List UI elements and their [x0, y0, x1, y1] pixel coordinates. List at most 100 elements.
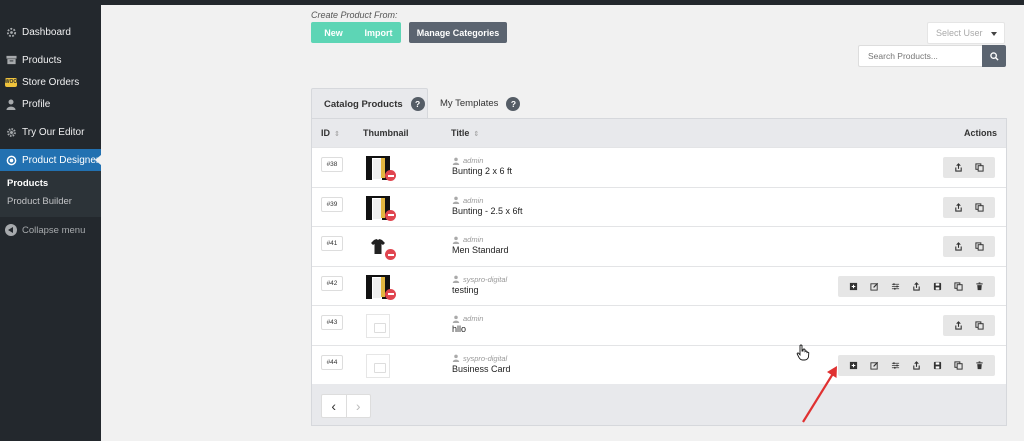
author-name: syspro-digital	[463, 274, 508, 284]
author-name: admin	[463, 235, 484, 244]
archive-icon	[5, 54, 17, 66]
product-author: syspro-digital	[452, 354, 507, 363]
search-icon	[989, 51, 999, 61]
author-name: admin	[463, 195, 484, 205]
duplicate-button[interactable]	[971, 238, 988, 255]
help-icon[interactable]: ?	[506, 96, 521, 111]
column-header-label: Title	[451, 128, 470, 138]
edit-button[interactable]	[866, 357, 883, 374]
tab-catalog-products[interactable]: Catalog Products ?	[311, 88, 428, 119]
copy-icon	[975, 321, 984, 330]
duplicate-button[interactable]	[971, 159, 988, 176]
product-title[interactable]: testing	[452, 285, 479, 295]
remove-thumbnail-icon[interactable]	[385, 288, 396, 300]
share-button[interactable]	[950, 199, 967, 216]
search-button[interactable]	[982, 45, 1006, 67]
new-button[interactable]: New	[311, 22, 356, 43]
submenu-item-product-builder[interactable]: Product Builder	[0, 193, 101, 211]
product-title[interactable]: hllo	[452, 324, 466, 334]
upload-icon	[955, 242, 962, 251]
save-button[interactable]	[929, 278, 946, 295]
search-products-input[interactable]	[858, 45, 982, 67]
add-button[interactable]	[845, 357, 862, 374]
sidebar-item-label: Profile	[22, 98, 51, 110]
column-header-title[interactable]: Title ⇕	[451, 128, 479, 138]
delete-button[interactable]	[971, 357, 988, 374]
table-row: #38 admin Bunting 2 x 6 ft	[312, 147, 1006, 187]
help-icon[interactable]: ?	[410, 97, 425, 111]
user-icon	[452, 196, 460, 204]
row-actions	[838, 275, 995, 297]
product-id: #41	[321, 236, 343, 251]
submenu-item-products[interactable]: Products	[0, 175, 101, 193]
sort-icon: ⇕	[473, 131, 480, 138]
share-button[interactable]	[908, 278, 925, 295]
remove-thumbnail-icon[interactable]	[385, 249, 396, 260]
settings-button[interactable]	[887, 357, 904, 374]
sidebar-item-store-orders[interactable]: WOO Store Orders	[0, 71, 101, 93]
sidebar-item-try-editor[interactable]: Try Our Editor	[0, 121, 101, 143]
upload-icon	[955, 202, 962, 212]
settings-button[interactable]	[887, 278, 904, 295]
duplicate-button[interactable]	[971, 199, 988, 216]
select-user-value: Select User	[936, 28, 983, 38]
duplicate-button[interactable]	[950, 278, 967, 295]
placeholder-thumbnail[interactable]	[366, 314, 390, 338]
column-header-label: ID	[321, 128, 330, 138]
product-title[interactable]: Bunting 2 x 6 ft	[452, 166, 512, 176]
product-title[interactable]: Business Card	[452, 364, 511, 374]
manage-categories-button[interactable]: Manage Categories	[409, 22, 507, 43]
column-header-actions: Actions	[963, 128, 997, 138]
tab-label: Catalog Products	[324, 98, 403, 110]
sidebar-item-profile[interactable]: Profile	[0, 93, 101, 115]
gear-icon	[5, 126, 17, 138]
sidebar-item-product-designer[interactable]: Product Designer	[0, 149, 101, 171]
circle-icon	[5, 154, 17, 166]
sidebar-item-dashboard[interactable]: Dashboard	[0, 21, 101, 43]
share-button[interactable]	[950, 238, 967, 255]
previous-page-button[interactable]: ‹	[322, 395, 347, 417]
user-icon	[452, 236, 460, 244]
table-row: #39 admin Bunting - 2.5 x 6ft	[312, 186, 1006, 226]
product-id: #43	[321, 315, 343, 330]
table-row: #41 admin Men Standard	[312, 226, 1006, 266]
product-title[interactable]: Bunting - 2.5 x 6ft	[452, 206, 523, 216]
sidebar-item-label: Products	[22, 54, 62, 66]
collapse-menu-button[interactable]: Collapse menu	[0, 219, 101, 241]
sidebar-item-products[interactable]: Products	[0, 49, 101, 71]
upload-icon	[955, 163, 962, 172]
user-icon	[452, 157, 460, 165]
copy-icon	[975, 163, 984, 172]
duplicate-button[interactable]	[971, 317, 988, 334]
table-row: #42 syspro-digital testing	[312, 265, 1006, 305]
placeholder-thumbnail[interactable]	[366, 353, 390, 378]
share-button[interactable]	[950, 317, 967, 334]
share-button[interactable]	[950, 159, 967, 176]
sidebar-item-label: Dashboard	[22, 26, 71, 38]
remove-thumbnail-icon[interactable]	[385, 170, 396, 181]
product-title[interactable]: Men Standard	[452, 245, 509, 255]
copy-icon	[954, 281, 963, 291]
sliders-icon	[891, 282, 900, 290]
row-actions	[943, 236, 995, 257]
share-button[interactable]	[908, 357, 925, 374]
tab-my-templates[interactable]: My Templates ?	[438, 88, 528, 119]
collapse-icon	[5, 224, 17, 236]
next-page-button[interactable]: ›	[347, 395, 371, 417]
gauge-icon	[5, 26, 17, 38]
table-row: #43 admin hllo	[312, 305, 1006, 345]
remove-thumbnail-icon[interactable]	[385, 209, 396, 221]
duplicate-button[interactable]	[950, 357, 967, 374]
sort-icon: ⇕	[334, 131, 340, 138]
author-name: admin	[463, 314, 484, 323]
product-author: admin	[452, 156, 483, 165]
delete-button[interactable]	[971, 278, 988, 295]
column-header-id[interactable]: ID ⇕	[321, 128, 340, 138]
import-button[interactable]: Import	[356, 22, 401, 43]
select-user-dropdown[interactable]: Select User	[927, 22, 1005, 44]
edit-button[interactable]	[866, 278, 883, 295]
upload-icon	[913, 281, 920, 291]
save-button[interactable]	[929, 357, 946, 374]
add-button[interactable]	[845, 278, 862, 295]
trash-icon	[976, 281, 983, 290]
